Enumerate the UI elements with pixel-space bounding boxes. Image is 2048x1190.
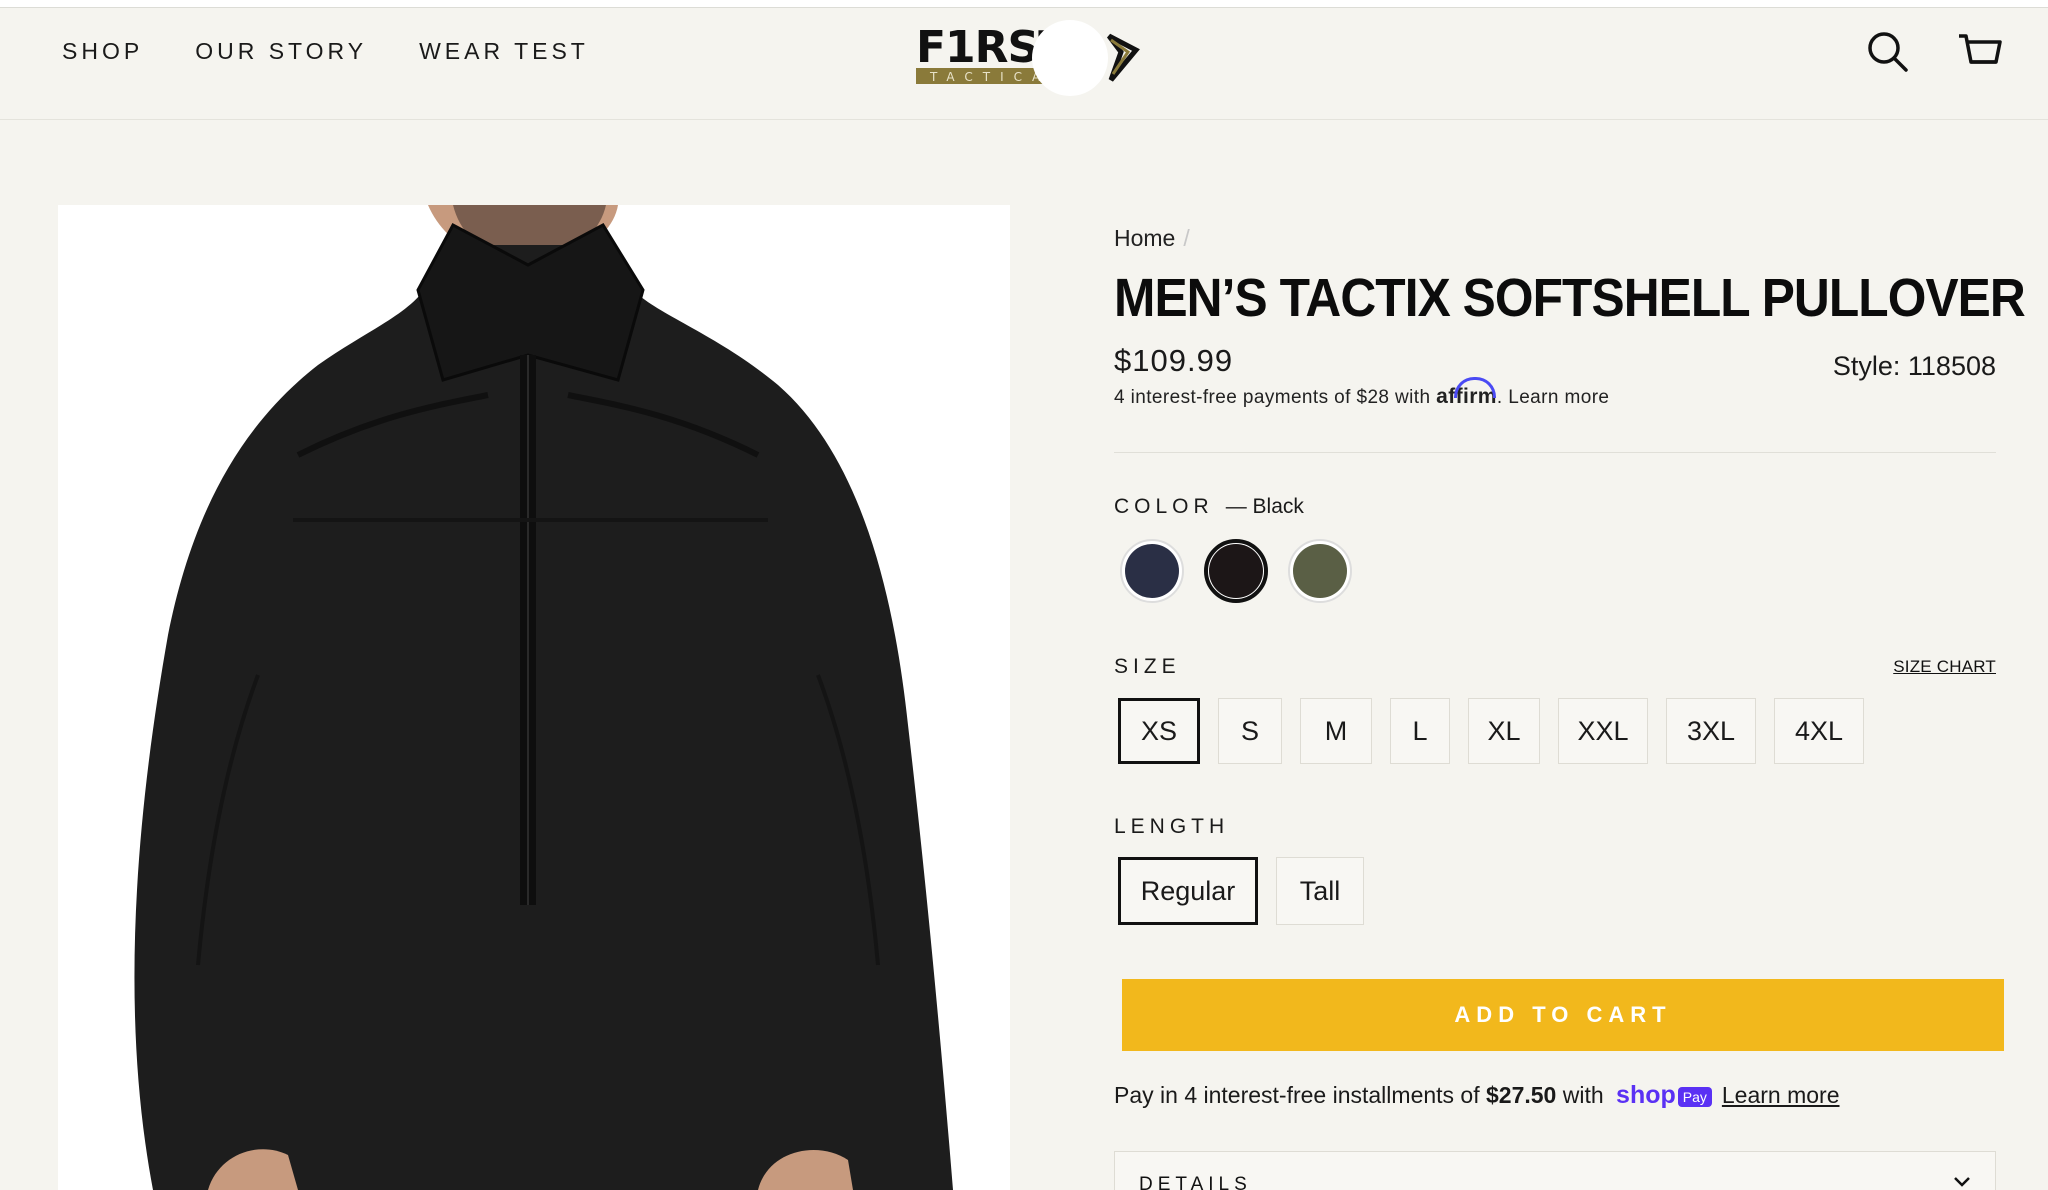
color-swatches [1120, 539, 1352, 603]
site-logo[interactable]: F1RST TACTICAL [914, 18, 1144, 98]
size-options: XS S M L XL XXL 3XL 4XL [1118, 698, 1864, 764]
shop-pay-logo: shop [1616, 1081, 1676, 1109]
nav-shop[interactable]: SHOP [62, 38, 143, 65]
shoppay-mid: with [1556, 1082, 1611, 1108]
length-option-tall[interactable]: Tall [1276, 857, 1364, 925]
size-option-xl[interactable]: XL [1468, 698, 1540, 764]
swatch-black[interactable] [1204, 539, 1268, 603]
affirm-prefix: 4 interest-free payments of $28 with [1114, 387, 1437, 408]
product-photo-pullover [58, 205, 1010, 1190]
nav-our-story[interactable]: OUR STORY [195, 38, 367, 65]
size-chart-link[interactable]: SIZE CHART [1893, 657, 1996, 677]
size-label: SIZE [1114, 655, 1181, 678]
nav-wear-test[interactable]: WEAR TEST [419, 38, 589, 65]
product-image[interactable] [58, 205, 1010, 1190]
swatch-od-green-dot [1293, 544, 1347, 598]
color-label-text: COLOR [1114, 495, 1214, 518]
divider [1114, 452, 1996, 453]
site-header: SHOP OUR STORY WEAR TEST F1RST TACTICAL [0, 8, 2048, 120]
length-option-regular[interactable]: Regular [1118, 857, 1258, 925]
breadcrumb-separator: / [1183, 225, 1190, 251]
length-options: Regular Tall [1118, 857, 1364, 925]
breadcrumb: Home / [1114, 225, 1190, 252]
size-option-l[interactable]: L [1390, 698, 1450, 764]
shoppay-amount: $27.50 [1486, 1082, 1557, 1108]
browser-top-edge [0, 0, 2048, 8]
search-icon[interactable] [1864, 28, 1912, 76]
swatch-od-green[interactable] [1288, 539, 1352, 603]
color-label: COLOR — Black [1114, 495, 1304, 519]
size-option-xs[interactable]: XS [1118, 698, 1200, 764]
logo-overlay-circle [1032, 20, 1108, 96]
color-current-value: — Black [1225, 495, 1304, 518]
add-to-cart-button[interactable]: ADD TO CART [1122, 979, 2004, 1051]
cart-icon[interactable] [1956, 28, 2004, 76]
swatch-navy[interactable] [1120, 539, 1184, 603]
shoppay-learn-more[interactable]: Learn more [1722, 1082, 1840, 1108]
shoppay-prefix: Pay in 4 interest-free installments of [1114, 1082, 1486, 1108]
length-label: LENGTH [1114, 815, 1230, 838]
size-option-s[interactable]: S [1218, 698, 1282, 764]
header-icons [1864, 28, 2004, 76]
chevron-down-icon [1954, 1177, 1970, 1187]
shop-pay-badge: Pay [1677, 1086, 1712, 1107]
swatch-navy-dot [1125, 544, 1179, 598]
details-accordion[interactable]: DETAILS [1114, 1151, 1996, 1190]
product-title: MEN’S TACTIX SOFTSHELL PULLOVER [1114, 268, 2026, 328]
affirm-message: 4 interest-free payments of $28 with aff… [1114, 385, 1609, 409]
details-label: DETAILS [1139, 1174, 1252, 1190]
swatch-black-dot [1209, 544, 1263, 598]
main-nav: SHOP OUR STORY WEAR TEST [62, 38, 589, 65]
breadcrumb-home[interactable]: Home [1114, 225, 1175, 251]
size-option-4xl[interactable]: 4XL [1774, 698, 1864, 764]
size-option-3xl[interactable]: 3XL [1666, 698, 1756, 764]
affirm-learn-more[interactable]: . Learn more [1497, 387, 1610, 408]
shop-pay-message: Pay in 4 interest-free installments of $… [1114, 1081, 1840, 1110]
size-option-m[interactable]: M [1300, 698, 1372, 764]
product-style-number: Style: 118508 [1832, 351, 1996, 381]
affirm-logo: affirm [1436, 385, 1497, 408]
product-price: $109.99 [1114, 343, 1234, 378]
size-option-xxl[interactable]: XXL [1558, 698, 1648, 764]
